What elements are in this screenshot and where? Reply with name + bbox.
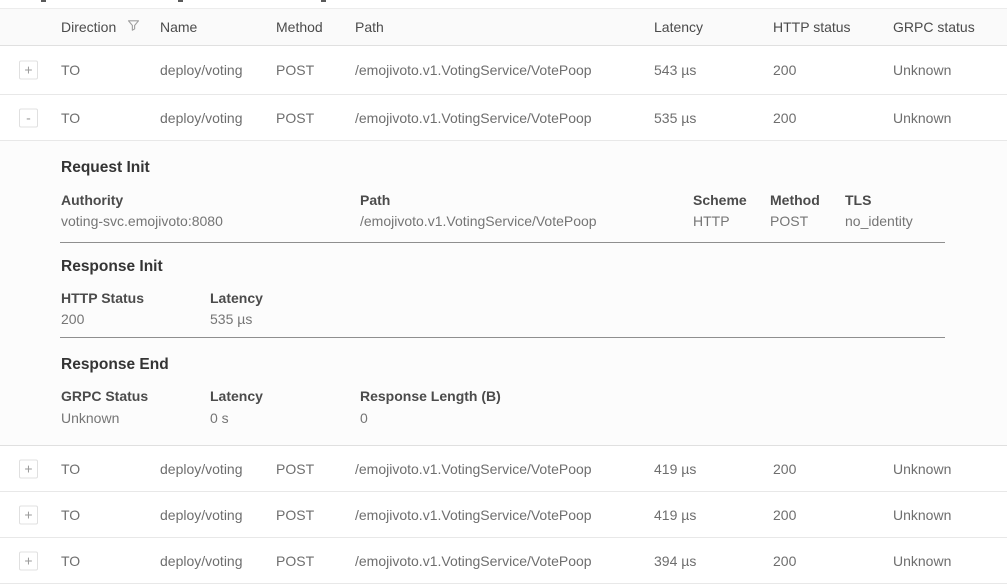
grpc-status-cell: Unknown: [893, 110, 951, 126]
http-status-label: HTTP Status: [61, 290, 144, 306]
latency-cell: 535 µs: [654, 110, 696, 126]
path-cell: /emojivoto.v1.VotingService/VotePoop: [355, 110, 592, 126]
table-header: Direction Name Method Path Latency HTTP …: [0, 8, 1007, 46]
cut-off-text-fragment: [321, 0, 326, 2]
method-cell: POST: [276, 110, 314, 126]
latency-cell: 419 µs: [654, 461, 696, 477]
http-status-cell: 200: [773, 461, 796, 477]
tls-value: no_identity: [845, 213, 913, 229]
path-label: Path: [360, 192, 390, 208]
name-link[interactable]: deploy/voting: [160, 553, 243, 569]
expand-row-button[interactable]: +: [19, 459, 38, 478]
direction-cell: TO: [61, 110, 80, 126]
table-row: + TO deploy/voting POST /emojivoto.v1.Vo…: [0, 538, 1007, 584]
cut-off-text-fragment: [178, 0, 183, 2]
filter-icon[interactable]: [124, 18, 142, 36]
path-cell: /emojivoto.v1.VotingService/VotePoop: [355, 62, 592, 78]
direction-cell: TO: [61, 461, 80, 477]
section-divider: [60, 337, 945, 338]
grpc-status-value: Unknown: [61, 410, 119, 426]
method-value: POST: [770, 213, 808, 229]
column-header-http-status: HTTP status: [773, 19, 851, 35]
grpc-status-cell: Unknown: [893, 507, 951, 523]
grpc-status-cell: Unknown: [893, 461, 951, 477]
method-cell: POST: [276, 461, 314, 477]
name-link[interactable]: deploy/voting: [160, 62, 243, 78]
table-row: + TO deploy/voting POST /emojivoto.v1.Vo…: [0, 46, 1007, 95]
column-header-path: Path: [355, 19, 384, 35]
path-cell: /emojivoto.v1.VotingService/VotePoop: [355, 553, 592, 569]
scheme-label: Scheme: [693, 192, 747, 208]
expanded-row-detail: Request Init Authority voting-svc.emojiv…: [0, 141, 1007, 446]
column-header-name: Name: [160, 19, 197, 35]
response-length-label: Response Length (B): [360, 388, 501, 404]
expand-row-button[interactable]: +: [19, 551, 38, 570]
latency-label: Latency: [210, 388, 263, 404]
response-length-value: 0: [360, 410, 368, 426]
http-status-cell: 200: [773, 507, 796, 523]
path-cell: /emojivoto.v1.VotingService/VotePoop: [355, 507, 592, 523]
column-header-direction: Direction: [61, 19, 116, 35]
collapse-row-button[interactable]: -: [19, 108, 38, 127]
http-status-cell: 200: [773, 62, 796, 78]
method-cell: POST: [276, 553, 314, 569]
http-status-cell: 200: [773, 110, 796, 126]
latency-value: 0 s: [210, 410, 229, 426]
latency-cell: 543 µs: [654, 62, 696, 78]
section-divider: [60, 242, 945, 243]
http-status-cell: 200: [773, 553, 796, 569]
direction-cell: TO: [61, 507, 80, 523]
latency-label: Latency: [210, 290, 263, 306]
column-header-latency: Latency: [654, 19, 703, 35]
direction-cell: TO: [61, 553, 80, 569]
grpc-status-cell: Unknown: [893, 62, 951, 78]
response-end-title: Response End: [61, 356, 169, 374]
http-status-value: 200: [61, 311, 84, 327]
latency-cell: 394 µs: [654, 553, 696, 569]
funnel-glyph: [126, 18, 141, 33]
name-link[interactable]: deploy/voting: [160, 110, 243, 126]
cut-off-text-fragment: [41, 0, 46, 2]
path-cell: /emojivoto.v1.VotingService/VotePoop: [355, 461, 592, 477]
method-label: Method: [770, 192, 820, 208]
latency-cell: 419 µs: [654, 507, 696, 523]
grpc-status-cell: Unknown: [893, 553, 951, 569]
grpc-status-label: GRPC Status: [61, 388, 148, 404]
column-header-grpc-status: GRPC status: [893, 19, 975, 35]
name-link[interactable]: deploy/voting: [160, 461, 243, 477]
table-row: + TO deploy/voting POST /emojivoto.v1.Vo…: [0, 446, 1007, 492]
expand-row-button[interactable]: +: [19, 505, 38, 524]
table-row: + TO deploy/voting POST /emojivoto.v1.Vo…: [0, 492, 1007, 538]
name-link[interactable]: deploy/voting: [160, 507, 243, 523]
path-value: /emojivoto.v1.VotingService/VotePoop: [360, 213, 597, 229]
table-row-expanded: - TO deploy/voting POST /emojivoto.v1.Vo…: [0, 95, 1007, 141]
scheme-value: HTTP: [693, 213, 730, 229]
method-cell: POST: [276, 62, 314, 78]
response-init-title: Response Init: [61, 258, 163, 276]
method-cell: POST: [276, 507, 314, 523]
latency-value: 535 µs: [210, 311, 252, 327]
authority-label: Authority: [61, 192, 123, 208]
tls-label: TLS: [845, 192, 871, 208]
tap-table-screen: Direction Name Method Path Latency HTTP …: [0, 0, 1007, 586]
direction-cell: TO: [61, 62, 80, 78]
expand-row-button[interactable]: +: [19, 61, 38, 80]
column-header-method: Method: [276, 19, 323, 35]
request-init-title: Request Init: [61, 159, 150, 177]
authority-value: voting-svc.emojivoto:8080: [61, 213, 223, 229]
